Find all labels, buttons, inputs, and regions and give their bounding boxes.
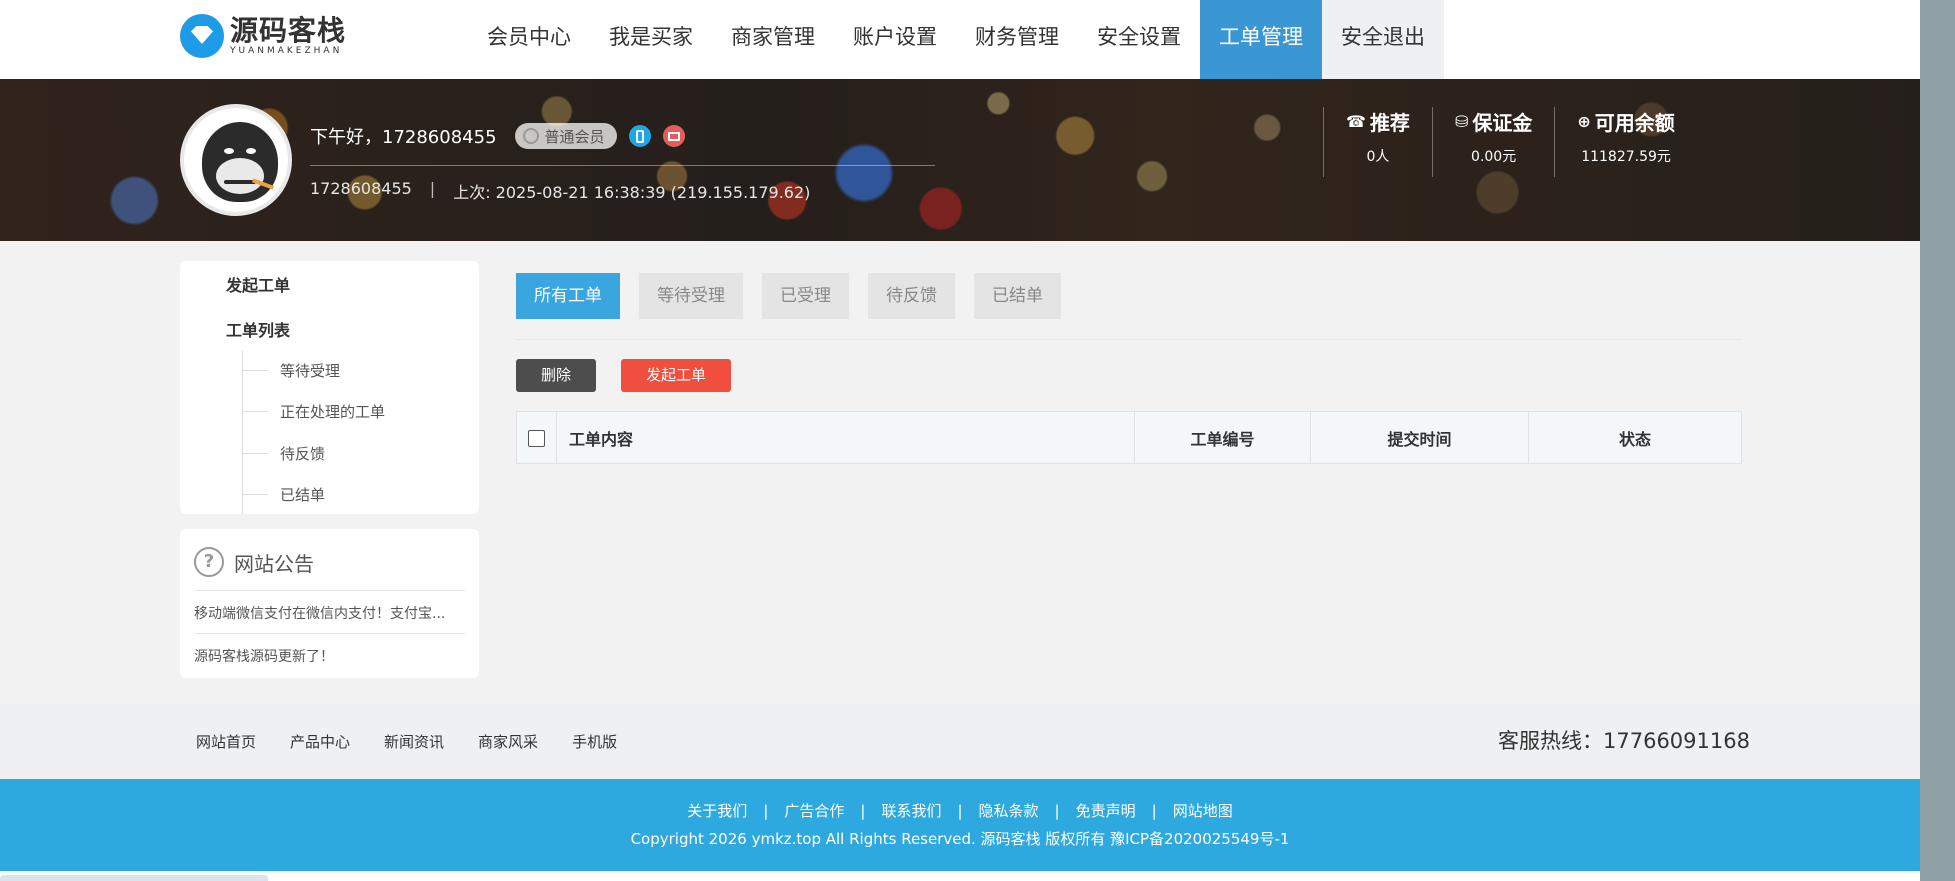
footer-link-disclaimer[interactable]: 免责声明	[1076, 802, 1136, 820]
nav-security[interactable]: 安全设置	[1078, 0, 1200, 79]
avatar[interactable]	[180, 104, 292, 216]
nav-account-settings[interactable]: 账户设置	[834, 0, 956, 79]
diamond-logo-icon	[180, 14, 224, 58]
logo-title: 源码客栈	[230, 14, 347, 47]
footer-link-products[interactable]: 产品中心	[290, 731, 350, 752]
select-all-checkbox[interactable]	[528, 430, 545, 447]
stat-balance: ⊕ 可用余额 111827.59元	[1554, 107, 1696, 177]
nav-logout[interactable]: 安全退出	[1322, 0, 1444, 79]
username: 1728608455	[310, 179, 412, 198]
column-submit-time: 提交时间	[1310, 411, 1529, 464]
database-icon: ⛁	[1454, 112, 1469, 131]
column-ticket-number: 工单编号	[1134, 411, 1311, 464]
sidebar-item-ticket-list[interactable]: 工单列表	[226, 317, 290, 341]
table-header-row: 工单内容 工单编号 提交时间 状态	[516, 411, 1742, 464]
nav-finance[interactable]: 财务管理	[956, 0, 1078, 79]
notice-title: 网站公告	[234, 551, 314, 576]
footer-link-contact[interactable]: 联系我们	[881, 802, 941, 820]
sidebar-subitem-closed[interactable]: 已结单	[241, 484, 325, 505]
phone-verify-icon[interactable]	[628, 125, 651, 147]
footer-link-ads[interactable]: 广告合作	[784, 802, 844, 820]
window-edge	[1920, 0, 1955, 881]
medal-icon	[522, 128, 539, 144]
sidebar-subitem-feedback[interactable]: 待反馈	[241, 443, 325, 464]
divider	[310, 165, 935, 166]
footer-link-merchants[interactable]: 商家风采	[478, 731, 538, 752]
profile-banner: 下午好，1728608455 普通会员 1728608455 | 上次: 202…	[0, 79, 1920, 241]
email-verify-icon[interactable]	[662, 125, 685, 147]
footer-link-sitemap[interactable]: 网站地图	[1173, 802, 1233, 820]
column-content: 工单内容	[556, 411, 1135, 464]
account-stats: ☎ 推荐 0人 ⛁ 保证金 0.00元 ⊕ 可用余额 111827.59元	[1323, 107, 1697, 177]
tab-accepted[interactable]: 已受理	[762, 273, 849, 319]
main-nav: 会员中心 我是买家 商家管理 账户设置 财务管理 安全设置 工单管理 安全退出	[468, 0, 1444, 79]
coin-icon: ⊕	[1577, 112, 1591, 131]
service-hotline: 客服热线：17766091168	[1498, 729, 1750, 753]
nav-merchant[interactable]: 商家管理	[712, 0, 834, 79]
sidebar-subitem-pending[interactable]: 等待受理	[241, 360, 340, 381]
tab-pending[interactable]: 等待受理	[639, 273, 743, 319]
delete-button[interactable]: 删除	[516, 359, 596, 392]
top-bar: 源码客栈 YUANMAKEZHAN 会员中心 我是买家 商家管理 账户设置 财务…	[0, 0, 1920, 79]
new-ticket-button[interactable]: 发起工单	[621, 359, 731, 392]
member-level: 普通会员	[544, 127, 605, 146]
sidebar-subitem-processing[interactable]: 正在处理的工单	[241, 401, 385, 422]
notice-item[interactable]: 源码客栈源码更新了！	[194, 646, 469, 666]
footer-link-home[interactable]: 网站首页	[196, 731, 256, 752]
stat-deposit: ⛁ 保证金 0.00元	[1431, 107, 1554, 177]
sidebar-menu: 发起工单 工单列表 等待受理 正在处理的工单 待反馈 已结单	[180, 261, 479, 514]
notice-item[interactable]: 移动端微信支付在微信内支付！支付宝...	[194, 603, 469, 623]
greeting: 下午好，1728608455	[310, 127, 497, 148]
last-login: 上次: 2025-08-21 16:38:39 (219.155.179.62)	[453, 183, 811, 202]
tab-closed[interactable]: 已结单	[974, 273, 1061, 319]
footer-link-news[interactable]: 新闻资讯	[384, 731, 444, 752]
scroll-indicator	[0, 875, 268, 881]
nav-member-center[interactable]: 会员中心	[468, 0, 590, 79]
site-logo[interactable]: 源码客栈 YUANMAKEZHAN	[180, 14, 346, 58]
column-status: 状态	[1528, 411, 1742, 464]
footer-link-privacy[interactable]: 隐私条款	[979, 802, 1039, 820]
tab-awaiting-feedback[interactable]: 待反馈	[868, 273, 955, 319]
tab-all-tickets[interactable]: 所有工单	[516, 273, 620, 319]
member-badge: 普通会员	[514, 123, 617, 149]
nav-buyer[interactable]: 我是买家	[590, 0, 712, 79]
sidebar-item-new-ticket[interactable]: 发起工单	[226, 272, 290, 296]
nav-tickets[interactable]: 工单管理	[1200, 0, 1322, 79]
site-notice-panel: ? 网站公告 移动端微信支付在微信内支付！支付宝... 源码客栈源码更新了！	[180, 529, 479, 678]
ticket-tabs: 所有工单 等待受理 已受理 待反馈 已结单	[516, 273, 1080, 319]
logo-subtitle: YUANMAKEZHAN	[230, 46, 343, 56]
question-icon: ?	[194, 547, 224, 577]
footer-link-mobile[interactable]: 手机版	[572, 731, 617, 752]
ticket-table: 工单内容 工单编号 提交时间 状态	[516, 411, 1742, 464]
footer-bottom: 关于我们 | 广告合作 | 联系我们 | 隐私条款 | 免责声明 | 网站地图 Copyright …	[0, 779, 1920, 871]
phone-icon: ☎	[1346, 112, 1366, 131]
stat-referrals: ☎ 推荐 0人	[1323, 107, 1432, 177]
footer-links: 网站首页 产品中心 新闻资讯 商家风采 手机版 客服热线：17766091168	[0, 703, 1920, 779]
footer-link-about[interactable]: 关于我们	[687, 802, 747, 820]
copyright: Copyright 2026 ymkz.top All Rights Reser…	[630, 830, 1290, 848]
